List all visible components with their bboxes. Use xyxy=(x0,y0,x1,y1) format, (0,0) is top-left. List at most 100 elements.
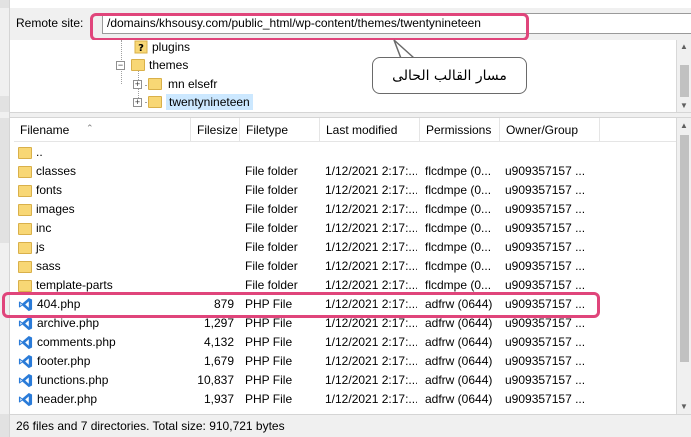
file-size xyxy=(194,181,234,200)
file-type: File folder xyxy=(245,240,298,254)
tree-node-plugins[interactable]: ? plugins xyxy=(134,40,190,56)
file-name: fonts xyxy=(36,183,63,197)
column-permissions[interactable]: Permissions xyxy=(420,118,500,142)
remote-site-label: Remote site: xyxy=(16,16,84,30)
file-type: PHP File xyxy=(245,373,293,387)
file-permissions: flcdmpe (0... xyxy=(425,164,492,178)
column-last-modified[interactable]: Last modified xyxy=(320,118,420,142)
file-type xyxy=(245,143,320,162)
file-type: File folder xyxy=(245,202,298,216)
unknown-folder-icon: ? xyxy=(134,40,148,54)
folder-icon xyxy=(18,203,32,216)
file-list-header: ⌃ Filename Filesize Filetype Last modifi… xyxy=(14,118,676,142)
expand-toggle[interactable]: + xyxy=(133,79,142,89)
left-pane-edge xyxy=(0,0,10,437)
vscode-file-icon xyxy=(18,392,33,407)
file-name: classes xyxy=(36,164,77,178)
file-row[interactable]: sass File folder 1/12/2021 2:17:... flcdmpe… xyxy=(14,257,676,276)
file-row[interactable]: js File folder 1/12/2021 2:17:... flcdmpe (… xyxy=(14,238,676,257)
scroll-thumb[interactable] xyxy=(680,65,689,97)
file-type: File folder xyxy=(245,259,298,273)
file-row[interactable]: images File folder 1/12/2021 2:17:... flcdm… xyxy=(14,200,676,219)
file-permissions: adfrw (0644) xyxy=(425,392,493,406)
file-size: 10,837 xyxy=(197,373,234,387)
scroll-thumb[interactable] xyxy=(680,135,689,362)
column-filesize[interactable]: Filesize xyxy=(191,118,240,142)
file-row[interactable]: comments.php 4,132 PHP File 1/12/2021 2:17:… xyxy=(14,333,676,352)
file-permissions: flcdmpe (0... xyxy=(425,183,492,197)
file-permissions: adfrw (0644) xyxy=(425,335,493,349)
file-name-cell: js xyxy=(18,238,198,257)
file-type: PHP File xyxy=(245,392,293,406)
tree-node-label: twentynineteen xyxy=(166,94,253,110)
file-row[interactable]: inc File folder 1/12/2021 2:17:... flcdmpe … xyxy=(14,219,676,238)
file-type: PHP File xyxy=(245,335,293,349)
file-owner: u909357157 ... xyxy=(505,202,586,216)
scroll-down-icon[interactable]: ▼ xyxy=(680,402,688,411)
file-name-cell: inc xyxy=(18,219,198,238)
file-row[interactable]: footer.php 1,679 PHP File 1/12/2021 2:17:..… xyxy=(14,352,676,371)
directory-tree[interactable]: ? plugins − themes + mn elsefr + twentyn… xyxy=(14,40,676,112)
scroll-up-icon[interactable]: ▲ xyxy=(680,42,688,51)
folder-icon xyxy=(18,222,32,235)
callout-annotation: مسار القالب الحالى xyxy=(372,57,527,94)
folder-icon xyxy=(18,279,32,292)
row-highlight-frame xyxy=(2,292,600,318)
file-row[interactable]: header.php 1,937 PHP File 1/12/2021 2:17:..… xyxy=(14,390,676,409)
folder-icon xyxy=(18,260,32,273)
collapse-toggle[interactable]: − xyxy=(116,60,125,70)
file-size xyxy=(194,162,234,181)
file-modified xyxy=(325,143,417,162)
file-owner: u909357157 ... xyxy=(505,240,586,254)
expand-toggle[interactable]: + xyxy=(133,97,142,107)
column-owner-group[interactable]: Owner/Group xyxy=(500,118,600,142)
file-permissions: adfrw (0644) xyxy=(425,354,493,368)
file-modified: 1/12/2021 2:17:... xyxy=(325,373,417,387)
file-row[interactable]: fonts File folder 1/12/2021 2:17:... flcdmp… xyxy=(14,181,676,200)
column-filetype[interactable]: Filetype xyxy=(240,118,320,142)
file-size xyxy=(194,238,234,257)
file-size: 4,132 xyxy=(203,335,234,349)
scroll-up-icon[interactable]: ▲ xyxy=(680,121,688,130)
file-owner: u909357157 ... xyxy=(505,183,586,197)
file-modified: 1/12/2021 2:17:... xyxy=(325,354,417,368)
file-name-cell: footer.php xyxy=(18,352,198,371)
tree-scrollbar[interactable]: ▲ ▼ xyxy=(676,40,691,112)
vscode-file-icon xyxy=(18,335,33,350)
file-permissions: adfrw (0644) xyxy=(425,373,493,387)
file-type: File folder xyxy=(245,221,298,235)
file-owner xyxy=(505,143,595,162)
tree-node-twentynineteen[interactable]: + twentynineteen xyxy=(133,93,253,111)
file-owner: u909357157 ... xyxy=(505,392,586,406)
folder-icon xyxy=(18,184,32,197)
folder-icon xyxy=(148,96,162,108)
scroll-down-icon[interactable]: ▼ xyxy=(680,101,688,110)
file-name-cell: header.php xyxy=(18,390,198,409)
file-row[interactable]: functions.php 10,837 PHP File 1/12/2021 2:1… xyxy=(14,371,676,390)
file-type: File folder xyxy=(245,183,298,197)
file-modified: 1/12/2021 2:17:... xyxy=(325,259,417,273)
file-size xyxy=(194,200,234,219)
sort-ascending-icon: ⌃ xyxy=(86,123,94,133)
file-permissions xyxy=(425,143,507,162)
file-row[interactable]: classes File folder 1/12/2021 2:17:... flcd… xyxy=(14,162,676,181)
folder-icon xyxy=(131,59,145,71)
column-filename[interactable]: ⌃ Filename xyxy=(14,118,191,142)
tree-node-themes[interactable]: − themes xyxy=(116,56,188,74)
svg-text:?: ? xyxy=(138,43,144,54)
file-size: 1,679 xyxy=(203,354,234,368)
file-owner: u909357157 ... xyxy=(505,373,586,387)
vscode-file-icon xyxy=(18,316,33,331)
status-bar: 26 files and 7 directories. Total size: … xyxy=(10,414,691,437)
file-name: footer.php xyxy=(37,354,91,368)
file-name: header.php xyxy=(37,392,98,406)
tree-node-mn-elsefr[interactable]: + mn elsefr xyxy=(133,75,217,93)
file-list-scrollbar[interactable]: ▲ ▼ xyxy=(676,118,691,414)
path-highlight-frame xyxy=(90,13,529,41)
file-name: inc xyxy=(36,221,52,235)
file-row[interactable]: .. xyxy=(14,143,676,162)
file-modified: 1/12/2021 2:17:... xyxy=(325,392,417,406)
file-name: js xyxy=(36,240,45,254)
callout-text: مسار القالب الحالى xyxy=(392,67,507,84)
file-list: ⌃ Filename Filesize Filetype Last modifi… xyxy=(14,118,676,414)
